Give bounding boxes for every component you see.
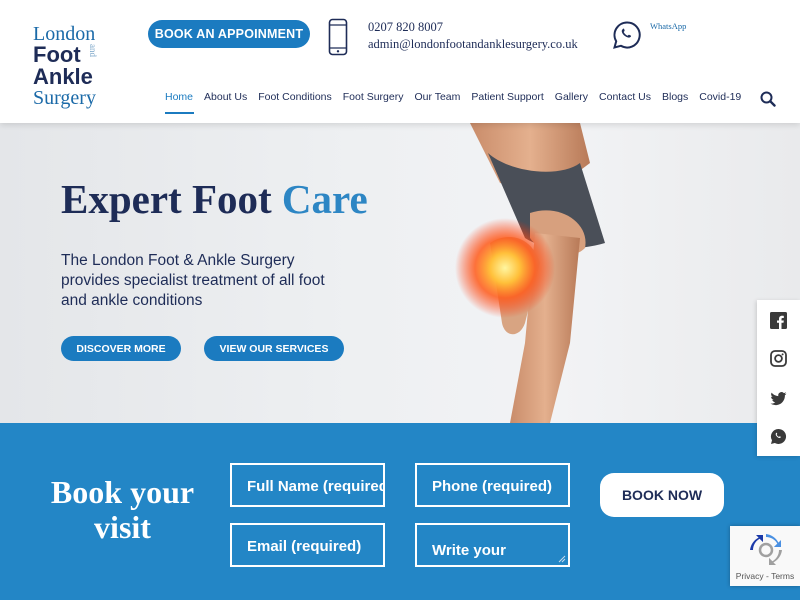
view-services-button[interactable]: VIEW OUR SERVICES xyxy=(204,336,344,361)
logo-line-ankle: Ankle xyxy=(33,64,93,89)
recaptcha-icon xyxy=(750,534,782,565)
hero-title: Expert Foot Care xyxy=(61,175,368,223)
logo-line-london: London xyxy=(33,23,96,45)
nav-item-gallery[interactable]: Gallery xyxy=(549,90,593,110)
logo-line-surgery: Surgery xyxy=(33,87,96,109)
site-logo[interactable]: London Foot and Ankle Surgery xyxy=(33,24,103,110)
resize-handle-icon[interactable] xyxy=(558,555,566,563)
hero-banner: Expert Foot Care The London Foot & Ankle… xyxy=(0,123,800,423)
site-header: London Foot and Ankle Surgery BOOK AN AP… xyxy=(0,0,800,123)
book-now-button[interactable]: BOOK NOW xyxy=(600,473,724,517)
email-field[interactable]: Email (required) xyxy=(230,523,385,567)
nav-item-foot-conditions[interactable]: Foot Conditions xyxy=(253,90,338,110)
hero-leg-ankle-image xyxy=(455,123,605,423)
hero-title-main: Expert Foot xyxy=(61,176,282,222)
nav-item-blogs[interactable]: Blogs xyxy=(656,90,693,110)
whatsapp-label[interactable]: WhatsApp xyxy=(650,21,686,31)
hero-description: The London Foot & Ankle Surgery provides… xyxy=(61,252,325,309)
hero-title-accent: Care xyxy=(281,176,368,222)
nav-item-home[interactable]: Home xyxy=(165,90,199,114)
booking-section: Book your visit Full Name (required) Pho… xyxy=(0,423,800,600)
recaptcha-badge[interactable]: Privacy - Terms xyxy=(730,526,800,586)
full-name-field[interactable]: Full Name (required) xyxy=(230,463,385,507)
message-placeholder: Write your message xyxy=(432,542,506,559)
logo-line-foot: Foot xyxy=(33,42,81,67)
header-phone-link[interactable]: 0207 820 8007 xyxy=(368,20,443,35)
main-nav: Home About Us Foot Conditions Foot Surge… xyxy=(165,90,747,114)
whatsapp-icon[interactable] xyxy=(612,20,642,50)
whatsapp-icon[interactable] xyxy=(770,428,787,445)
nav-item-patient-support[interactable]: Patient Support xyxy=(466,90,549,110)
message-textarea[interactable]: Write your message xyxy=(415,523,570,567)
book-appointment-button[interactable]: BOOK AN APPOINMENT xyxy=(148,20,310,48)
search-icon[interactable] xyxy=(760,91,776,107)
logo-and: and xyxy=(88,44,98,57)
mobile-phone-icon xyxy=(328,18,348,56)
nav-item-our-team[interactable]: Our Team xyxy=(409,90,466,110)
twitter-icon[interactable] xyxy=(770,390,787,407)
phone-field[interactable]: Phone (required) xyxy=(415,463,570,507)
nav-item-foot-surgery[interactable]: Foot Surgery xyxy=(337,90,409,110)
discover-more-button[interactable]: DISCOVER MORE xyxy=(61,336,181,361)
booking-title: Book your visit xyxy=(50,474,195,545)
header-email-link[interactable]: admin@londonfootandanklesurgery.co.uk xyxy=(368,37,578,52)
nav-item-covid-19[interactable]: Covid-19 xyxy=(694,90,747,110)
social-sidebar xyxy=(757,300,800,456)
nav-item-contact-us[interactable]: Contact Us xyxy=(594,90,657,110)
recaptcha-links[interactable]: Privacy - Terms xyxy=(730,571,800,581)
instagram-icon[interactable] xyxy=(770,350,787,367)
nav-item-about-us[interactable]: About Us xyxy=(199,90,253,110)
facebook-icon[interactable] xyxy=(770,312,787,329)
